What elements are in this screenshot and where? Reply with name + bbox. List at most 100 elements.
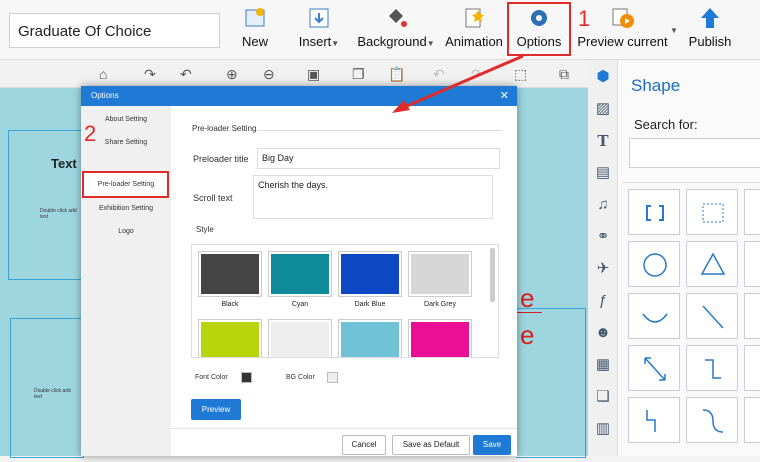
style-swatch-light[interactable] [268,319,332,357]
style-label: Style [196,225,214,234]
style-label-dark-blue: Dark Blue [354,301,386,308]
nav-preloader-setting[interactable]: Pre-loader Setting [81,181,171,188]
video-icon[interactable]: ▤ [594,164,612,182]
insert-button[interactable]: Insert▼ [296,6,342,54]
zoom-out-icon[interactable]: ⊖ [263,66,275,83]
shape-cell[interactable] [744,241,760,287]
new-icon [245,8,265,27]
shape-cell[interactable] [744,345,760,391]
redo-icon[interactable]: ↷ [144,66,156,83]
undo-icon[interactable]: ↶ [433,66,445,83]
swatch-fill [341,254,399,294]
layout-icon[interactable]: ▥ [594,420,612,438]
flash-icon[interactable]: ƒ [594,292,612,310]
text-box[interactable] [516,308,586,458]
cancel-button[interactable]: Cancel [342,435,386,455]
preview-dropdown-icon[interactable]: ▼ [670,26,678,35]
select-icon[interactable]: ⬚ [514,66,527,83]
image-icon[interactable]: ▨ [594,100,612,118]
shape-cell[interactable] [744,189,760,235]
elbow-arrow-icon [646,410,656,432]
style-swatch-dark-blue[interactable] [338,251,402,297]
elbow-icon [705,359,721,379]
text-box[interactable] [8,130,84,280]
swatch-fill [411,322,469,357]
people-icon[interactable]: ☻ [594,324,612,342]
swatch-fill [271,254,329,294]
animation-button[interactable]: Animation [444,6,504,54]
dashed-rect-shape[interactable] [686,189,738,235]
pages-icon[interactable]: ▦ [594,356,612,374]
home-icon[interactable]: ⌂ [99,66,107,82]
plane-icon[interactable]: ✈ [594,260,612,278]
style-swatch-black[interactable] [198,251,262,297]
link-icon[interactable]: ⚭ [594,228,612,246]
save-button[interactable]: Save [473,435,511,455]
text-label: Text [51,156,77,171]
window-icon[interactable]: ⧉ [559,66,569,83]
undo-icon[interactable]: ↶ [180,66,192,83]
text-icon[interactable]: T [594,132,612,150]
copy-icon[interactable]: ❐ [352,66,365,83]
dialog-title: Options [91,91,119,100]
style-swatch-dark-grey[interactable] [408,251,472,297]
style-label-cyan: Cyan [291,301,309,308]
bg-color-picker[interactable] [327,372,338,383]
publish-button[interactable]: Publish [686,6,734,54]
triangle-icon [700,252,726,275]
save-as-default-button[interactable]: Save as Default [392,435,470,455]
preview-current-button[interactable]: Preview current [575,6,670,54]
shape-cell[interactable] [744,293,760,339]
swatch-fill [271,322,329,357]
shape-cell[interactable] [744,397,760,443]
animation-icon [465,8,484,28]
scroll-text-input[interactable]: Cherish the days. [253,175,493,219]
options-dialog: Options ✕ About Setting Share Setting Pr… [81,86,517,456]
style-swatch-lime[interactable] [198,319,262,357]
section-divider [257,130,502,131]
font-color-label: Font Color [195,374,228,381]
preloader-title-input[interactable]: Big Day [257,148,500,169]
close-icon[interactable]: ✕ [500,86,509,106]
triangle-shape[interactable] [686,241,738,287]
font-color-picker[interactable] [241,372,252,383]
swatch-fill [341,322,399,357]
style-swatch-magenta[interactable] [408,319,472,357]
brackets-shape[interactable] [628,189,680,235]
new-button[interactable]: New [240,6,270,54]
nav-exhibition-setting[interactable]: Exhibition Setting [81,205,171,212]
arc-icon [642,313,668,323]
search-input[interactable] [629,138,760,168]
zoom-in-icon[interactable]: ⊕ [226,66,238,83]
ribbon-toolbar: Graduate Of Choice New Insert▼ Backgroun… [0,0,760,60]
new-label: New [241,34,268,49]
style-swatch-cyan[interactable] [268,251,332,297]
curve-shape[interactable] [686,397,738,443]
preview-button[interactable]: Preview [191,399,241,420]
background-button[interactable]: Background▼ [356,6,436,54]
lock-icon[interactable]: ▣ [307,66,320,83]
style-scrollbar[interactable] [490,248,495,302]
redo-icon[interactable]: ↷ [471,66,483,83]
shape-panel: Shape Search for: [618,60,760,456]
elbow-shape[interactable] [686,345,738,391]
double-arrow-shape[interactable] [628,345,680,391]
options-nav: About Setting Share Setting Pre-loader S… [81,106,171,456]
music-icon[interactable]: ♫ [594,196,612,214]
style-swatch-sky[interactable] [338,319,402,357]
line-shape[interactable] [686,293,738,339]
style-label-black: Black [221,301,239,308]
scroll-text-label: Scroll text [193,193,233,203]
layers-icon[interactable]: ❏ [594,388,612,406]
arc-shape[interactable] [628,293,680,339]
circle-shape[interactable] [628,241,680,287]
project-title-field[interactable]: Graduate Of Choice [9,13,220,48]
nav-logo[interactable]: Logo [81,228,171,235]
paste-icon[interactable]: 📋 [388,66,405,83]
play-icon [612,8,634,28]
bg-color-label: BG Color [286,374,315,381]
elbow-arrow-shape[interactable] [628,397,680,443]
line-icon [702,305,724,329]
shape-icon[interactable]: ⬢ [594,68,612,86]
style-label-dark-grey: Dark Grey [424,301,456,308]
